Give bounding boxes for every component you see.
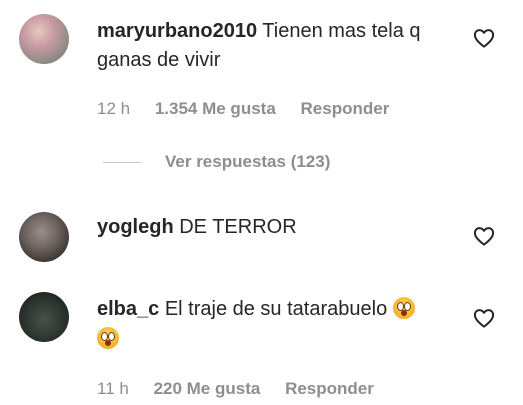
comment-likes[interactable]: 220 Me gusta bbox=[154, 379, 261, 398]
face-screaming-emoji bbox=[392, 297, 415, 319]
comment-text-line2 bbox=[97, 324, 119, 354]
replies-divider bbox=[103, 162, 141, 163]
comment-username[interactable]: yoglegh bbox=[97, 216, 174, 238]
comment-text-line1: maryurbano2010 Tienen mas tela q bbox=[97, 16, 421, 46]
view-replies-button[interactable]: Ver respuestas (123) bbox=[165, 152, 330, 172]
comment-username[interactable]: elba_c bbox=[97, 298, 159, 320]
comment-time: 11 h bbox=[97, 379, 129, 398]
comment-text: El traje de su tatarabuelo bbox=[164, 298, 388, 320]
face-screaming-emoji bbox=[97, 327, 119, 349]
avatar-elba_c[interactable] bbox=[19, 292, 69, 342]
heart-icon[interactable] bbox=[473, 308, 495, 328]
comment-text-line1: elba_c El traje de su tatarabuelo bbox=[97, 294, 415, 324]
avatar-yoglegh[interactable] bbox=[19, 212, 69, 262]
reply-button[interactable]: Responder bbox=[285, 379, 374, 398]
avatar-maryurbano2010[interactable] bbox=[19, 14, 69, 64]
comment-username[interactable]: maryurbano2010 bbox=[97, 20, 257, 42]
comment-meta: 12 h 1.354 Me gusta Responder bbox=[97, 99, 389, 119]
reply-button[interactable]: Responder bbox=[301, 99, 390, 118]
heart-icon[interactable] bbox=[473, 226, 495, 246]
comment-text: DE TERROR bbox=[179, 216, 297, 238]
comment-meta: 11 h 220 Me gusta Responder bbox=[97, 379, 374, 399]
heart-icon[interactable] bbox=[473, 28, 495, 48]
comment-likes[interactable]: 1.354 Me gusta bbox=[155, 99, 276, 118]
comment-text-line2: ganas de vivir bbox=[97, 49, 221, 71]
comment-time: 12 h bbox=[97, 99, 131, 118]
comment-text-line1: yoglegh DE TERROR bbox=[97, 212, 297, 242]
comment-text: Tienen mas tela q bbox=[262, 20, 421, 42]
